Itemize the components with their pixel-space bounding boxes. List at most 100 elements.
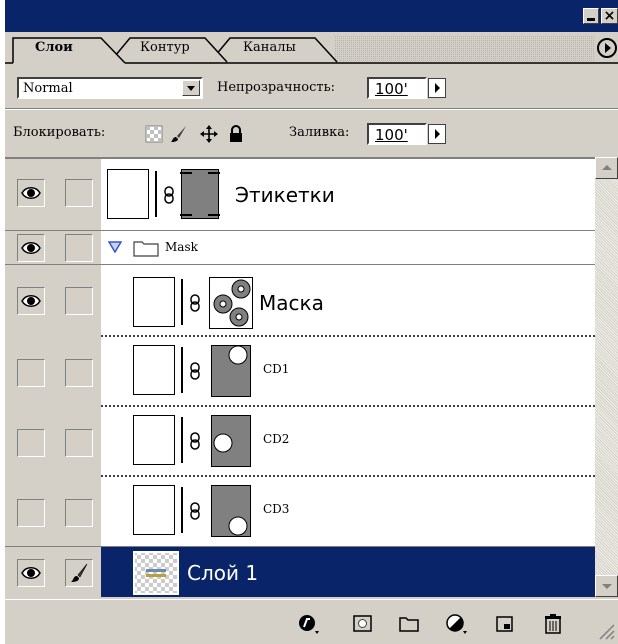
layers-list: Этикетки Mask Маска CD1 CD2 CD3 Слой 1 [5, 157, 595, 597]
visibility-column [5, 265, 101, 337]
fill-value: 100' [375, 126, 408, 144]
layer-thumbnail [133, 551, 179, 595]
tab-channels[interactable]: Каналы [243, 40, 296, 55]
chevron-down-icon[interactable] [182, 80, 200, 96]
tab-paths[interactable]: Контур [140, 40, 190, 55]
link-toggle[interactable] [65, 499, 93, 527]
layer-row-etiketki[interactable]: Этикетки [5, 159, 595, 231]
new-layer-icon[interactable] [493, 613, 517, 635]
group-expand-triangle-icon[interactable] [108, 241, 122, 253]
minimize-button[interactable] [583, 8, 599, 24]
link-toggle[interactable] [65, 287, 93, 315]
layer-row-maska[interactable]: Маска [5, 265, 595, 337]
lock-transparency-icon[interactable] [145, 125, 163, 143]
visibility-toggle[interactable] [17, 359, 45, 387]
blend-mode-value: Normal [23, 81, 73, 96]
cd1-mask-thumbnail [211, 345, 251, 397]
layer-name: Этикетки [235, 183, 335, 207]
brush-icon [71, 563, 88, 582]
tab-layers[interactable]: Слои [35, 40, 73, 55]
visibility-column [5, 407, 101, 477]
fill-slider-button[interactable] [428, 124, 446, 144]
visibility-toggle[interactable] [17, 559, 45, 587]
opacity-slider-button[interactable] [428, 78, 446, 98]
eye-icon [21, 242, 41, 254]
close-button[interactable]: × [601, 8, 618, 24]
link-toggle[interactable] [65, 359, 93, 387]
visibility-toggle[interactable] [17, 499, 45, 527]
layer-thumbnail [107, 169, 149, 219]
lock-all-icon[interactable] [227, 125, 245, 143]
layer-style-icon[interactable] [297, 613, 321, 635]
layers-bottom-toolbar [5, 599, 618, 644]
lock-pixels-brush-icon[interactable] [170, 125, 188, 143]
new-group-icon[interactable] [397, 613, 421, 635]
discs-mask-thumbnail [209, 277, 253, 329]
fill-label: Заливка: [289, 125, 350, 140]
palette-menu-button[interactable] [597, 38, 617, 58]
scroll-down-button[interactable] [595, 575, 618, 597]
thumb-divider [155, 171, 157, 217]
layer-thumbnail [133, 345, 175, 395]
visibility-toggle[interactable] [17, 287, 45, 315]
visibility-column [5, 159, 101, 231]
visibility-toggle[interactable] [17, 179, 45, 207]
tabs-shape [5, 32, 618, 64]
add-mask-icon[interactable] [351, 613, 375, 635]
scroll-up-button[interactable] [595, 157, 618, 179]
layer-name: CD2 [263, 432, 290, 446]
layer-name: Слой 1 [187, 561, 259, 585]
chain-link-icon[interactable] [189, 362, 201, 380]
blend-opacity-row: Normal Непрозрачность: 100' [5, 66, 618, 106]
visibility-column [5, 477, 101, 547]
adjustment-layer-icon[interactable] [445, 613, 469, 635]
layer-row-sloi-1[interactable]: Слой 1 [5, 547, 595, 597]
fill-field[interactable]: 100' [367, 123, 427, 145]
chain-link-icon[interactable] [189, 294, 201, 312]
visibility-toggle[interactable] [17, 429, 45, 457]
palette-titlebar[interactable]: × [5, 0, 618, 32]
layer-group-mask[interactable]: Mask [5, 231, 595, 265]
layer-name: CD3 [263, 502, 290, 516]
chain-link-icon[interactable] [163, 186, 175, 204]
resize-grip-icon[interactable] [597, 622, 615, 640]
visibility-column [5, 231, 101, 265]
layer-thumbnail [133, 277, 175, 327]
eye-icon [21, 567, 41, 579]
lock-label: Блокировать: [13, 125, 106, 140]
trash-icon[interactable] [541, 613, 565, 635]
lock-position-move-icon[interactable] [200, 125, 218, 143]
layer-row-cd3[interactable]: CD3 [5, 477, 595, 547]
visibility-toggle[interactable] [17, 234, 45, 262]
layer-name: CD1 [263, 362, 290, 376]
link-toggle[interactable] [65, 559, 93, 587]
layer-mask-thumbnail [180, 169, 220, 219]
thumb-divider [181, 279, 183, 325]
opacity-label: Непрозрачность: [217, 80, 336, 95]
link-toggle[interactable] [65, 179, 93, 207]
cd3-mask-thumbnail [211, 485, 251, 537]
layer-row-cd2[interactable]: CD2 [5, 407, 595, 477]
blend-mode-select[interactable]: Normal [17, 77, 203, 99]
group-name: Mask [165, 240, 198, 254]
cd2-mask-thumbnail [211, 415, 251, 467]
visibility-column [5, 337, 101, 407]
visibility-column [5, 547, 101, 597]
opacity-value: 100' [375, 80, 408, 98]
lock-fill-row: Блокировать: Заливка: 100' [5, 108, 618, 154]
palette-tabs: Слои Контур Каналы [5, 32, 618, 64]
link-toggle[interactable] [65, 429, 93, 457]
layers-scrollbar[interactable] [595, 157, 618, 597]
layer-thumbnail [133, 415, 175, 465]
layer-row-cd1[interactable]: CD1 [5, 337, 595, 407]
layer-thumbnail [133, 485, 175, 535]
chain-link-icon[interactable] [189, 502, 201, 520]
link-toggle[interactable] [65, 234, 93, 262]
eye-icon [21, 295, 41, 307]
chain-link-icon[interactable] [189, 432, 201, 450]
layers-palette: × Слои Контур Каналы Normal Непрозрачнос… [5, 0, 618, 644]
close-icon: × [603, 8, 616, 24]
eye-icon [21, 187, 41, 199]
opacity-field[interactable]: 100' [367, 77, 427, 99]
thumb-divider [181, 417, 183, 463]
